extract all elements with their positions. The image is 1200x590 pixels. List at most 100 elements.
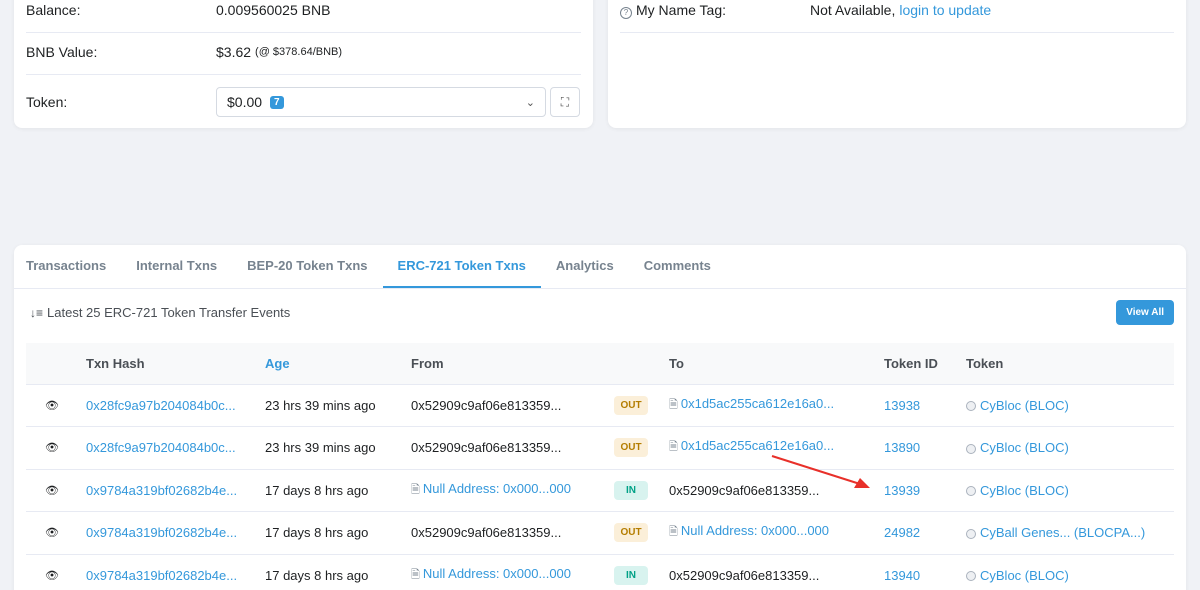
table-row: 👁 0x9784a319bf02682b4e... 17 days 8 hrs … <box>26 554 1174 590</box>
token-cell: CyBloc (BLOC) <box>958 384 1174 427</box>
eye-icon[interactable]: 👁 <box>45 570 59 582</box>
from-address-link[interactable]: Null Address: 0x000...000 <box>423 566 571 581</box>
bnb-value: $3.62 <box>216 44 252 60</box>
token-link[interactable]: CyBloc (BLOC) <box>980 440 1069 455</box>
eye-icon[interactable]: 👁 <box>45 527 59 539</box>
token-id-cell: 13940 <box>876 554 958 590</box>
to-address-link[interactable]: 0x1d5ac255ca612e16a0... <box>681 396 834 411</box>
tab-analytics[interactable]: Analytics <box>541 245 629 288</box>
token-id-link[interactable]: 24982 <box>884 525 920 540</box>
name-tag-label: My Name Tag: <box>636 2 726 18</box>
from-address: 0x52909c9af06e813359... <box>411 397 562 413</box>
token-logo-icon <box>966 571 976 582</box>
token-id-link[interactable]: 13938 <box>884 398 920 413</box>
age-cell: 23 hrs 39 mins ago <box>257 426 403 470</box>
token-cell: CyBloc (BLOC) <box>958 469 1174 512</box>
from-address: 0x52909c9af06e813359... <box>411 440 562 456</box>
to-address: 0x52909c9af06e813359... <box>669 567 820 583</box>
eye-cell: 👁 <box>26 426 78 470</box>
view-all-button[interactable]: View All <box>1116 300 1174 325</box>
direction-cell: IN <box>606 469 661 512</box>
overview-card: Balance: 0.009560025 BNB BNB Value: $3.6… <box>14 0 593 128</box>
direction-badge: IN <box>614 565 648 585</box>
eye-icon[interactable]: 👁 <box>45 400 59 412</box>
txn-hash-header: Txn Hash <box>78 343 257 385</box>
eye-icon[interactable]: 👁 <box>45 485 59 497</box>
from-header: From <box>403 343 606 385</box>
login-link[interactable]: login to update <box>899 2 991 18</box>
age-header[interactable]: Age <box>257 343 403 385</box>
txn-hash-link[interactable]: 0x9784a319bf02682b4e... <box>86 568 237 583</box>
txn-hash-cell: 0x28fc9a97b204084b0c... <box>78 426 257 470</box>
divider <box>26 74 581 75</box>
token-logo-icon <box>966 486 976 497</box>
document-icon: 🗎 <box>669 526 678 539</box>
bnb-value-row: BNB Value: $3.62 (@ $378.64/BNB) <box>26 44 581 60</box>
direction-badge: OUT <box>614 523 648 543</box>
more-info-card: ? My Name Tag: Not Available, login to up… <box>608 0 1186 128</box>
token-link[interactable]: CyBloc (BLOC) <box>980 568 1069 583</box>
table-row: 👁 0x28fc9a97b204084b0c... 23 hrs 39 mins… <box>26 426 1174 470</box>
document-icon: 🗎 <box>411 483 420 496</box>
txn-hash-link[interactable]: 0x28fc9a97b204084b0c... <box>86 398 236 413</box>
txn-hash-cell: 0x28fc9a97b204084b0c... <box>78 384 257 427</box>
txn-hash-link[interactable]: 0x28fc9a97b204084b0c... <box>86 440 236 455</box>
from-address-link[interactable]: Null Address: 0x000...000 <box>423 481 571 496</box>
token-logo-icon <box>966 443 976 454</box>
eye-cell: 👁 <box>26 384 78 427</box>
token-id-link[interactable]: 13940 <box>884 568 920 583</box>
txn-hash-link[interactable]: 0x9784a319bf02682b4e... <box>86 525 237 540</box>
from-cell: 🗎 Null Address: 0x000...000 <box>403 554 606 590</box>
document-icon: 🗎 <box>669 398 678 411</box>
age-cell: 17 days 8 hrs ago <box>257 554 403 590</box>
expand-icon[interactable]: ⛶ <box>550 87 580 117</box>
from-cell: 🗎 Null Address: 0x000...000 <box>403 469 606 512</box>
age-cell: 17 days 8 hrs ago <box>257 469 403 512</box>
direction-header <box>606 343 661 385</box>
token-link[interactable]: CyBloc (BLOC) <box>980 398 1069 413</box>
token-id-cell: 13938 <box>876 384 958 427</box>
token-id-header: Token ID <box>876 343 958 385</box>
token-logo-icon <box>966 528 976 539</box>
to-address: 0x52909c9af06e813359... <box>669 482 820 498</box>
token-id-cell: 13939 <box>876 469 958 512</box>
token-transfers-table: Txn Hash Age From To Token ID Token 👁 0x… <box>26 343 1174 590</box>
token-header: Token <box>958 343 1174 385</box>
to-address-link[interactable]: Null Address: 0x000...000 <box>681 523 829 538</box>
eye-icon[interactable]: 👁 <box>45 442 59 454</box>
bnb-value-label: BNB Value: <box>26 44 98 60</box>
name-tag-row: ? My Name Tag: Not Available, login to up… <box>620 2 1174 19</box>
balance-value: 0.009560025 BNB <box>216 2 331 18</box>
tab-transactions[interactable]: Transactions <box>14 245 121 288</box>
from-cell: 0x52909c9af06e813359... <box>403 426 606 470</box>
name-tag-label-wrap: ? My Name Tag: <box>620 2 810 19</box>
tab-comments[interactable]: Comments <box>629 245 726 288</box>
direction-cell: OUT <box>606 511 661 555</box>
chevron-down-icon: ⌄ <box>525 96 535 109</box>
table-header-row: Txn Hash Age From To Token ID Token <box>26 343 1174 385</box>
to-cell: 🗎 0x1d5ac255ca612e16a0... <box>661 384 876 427</box>
token-cell: CyBloc (BLOC) <box>958 554 1174 590</box>
age-cell: 23 hrs 39 mins ago <box>257 384 403 427</box>
bnb-price: (@ $378.64/BNB) <box>255 46 343 58</box>
tab-erc721-token-txns[interactable]: ERC-721 Token Txns <box>382 245 541 288</box>
from-cell: 0x52909c9af06e813359... <box>403 511 606 555</box>
eye-column-header <box>26 343 78 385</box>
token-link[interactable]: CyBall Genes... (BLOCPA...) <box>980 525 1145 540</box>
document-icon: 🗎 <box>411 568 420 581</box>
direction-cell: IN <box>606 554 661 590</box>
token-link[interactable]: CyBloc (BLOC) <box>980 483 1069 498</box>
txn-hash-link[interactable]: 0x9784a319bf02682b4e... <box>86 483 237 498</box>
to-address-link[interactable]: 0x1d5ac255ca612e16a0... <box>681 438 834 453</box>
token-count-badge: 7 <box>270 95 284 109</box>
tab-internal-txns[interactable]: Internal Txns <box>121 245 232 288</box>
direction-badge: OUT <box>614 395 648 415</box>
token-dropdown[interactable]: $0.00 7 ⌄ <box>216 87 546 117</box>
to-cell: 0x52909c9af06e813359... <box>661 554 876 590</box>
token-logo-icon <box>966 401 976 412</box>
token-id-link[interactable]: 13939 <box>884 483 920 498</box>
tab-bep20-token-txns[interactable]: BEP-20 Token Txns <box>232 245 382 288</box>
token-id-link[interactable]: 13890 <box>884 440 920 455</box>
age-cell: 17 days 8 hrs ago <box>257 511 403 555</box>
token-id-cell: 13890 <box>876 426 958 470</box>
